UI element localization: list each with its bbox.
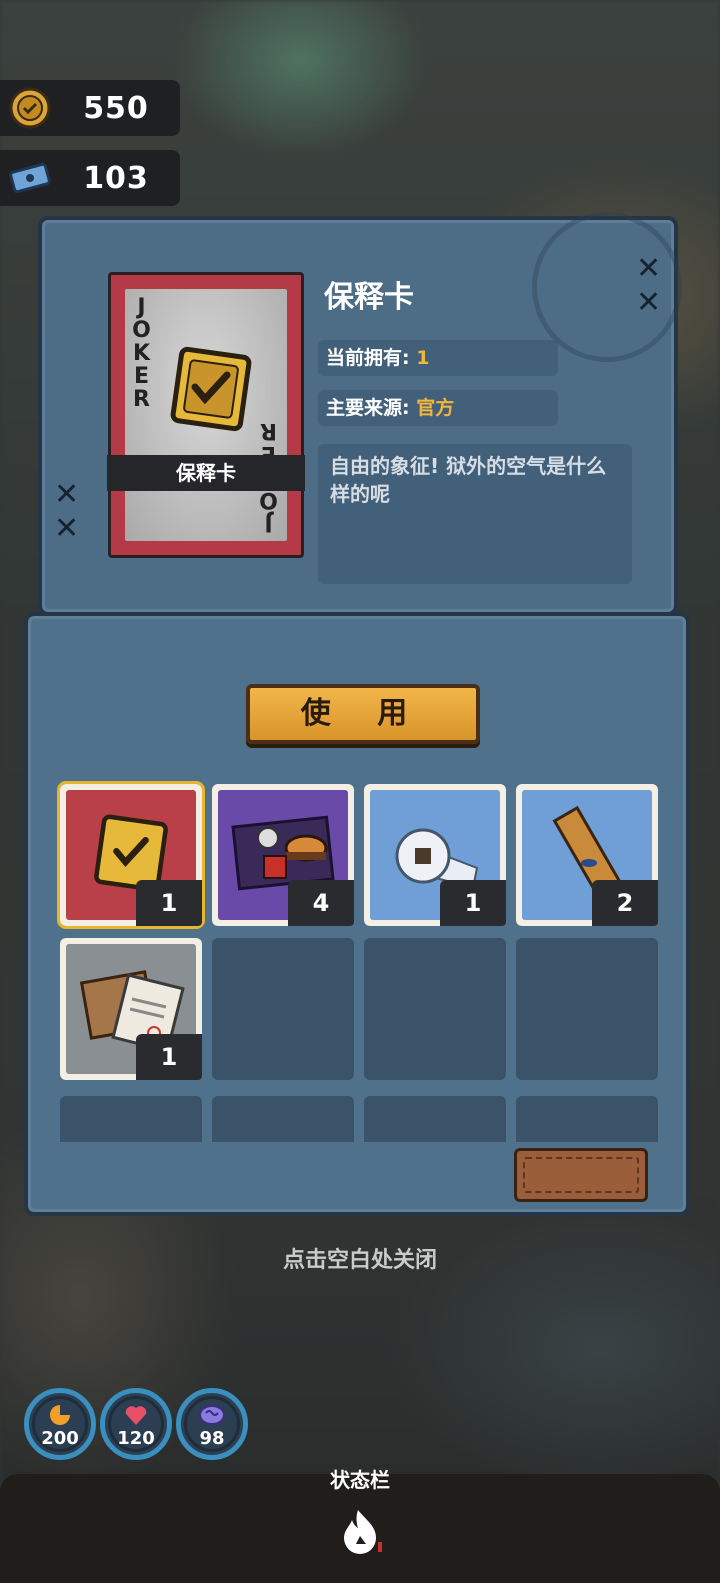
inventory-slot-empty[interactable] xyxy=(212,938,354,1080)
sort-button[interactable] xyxy=(514,1148,648,1202)
inventory-slot-document-envelope[interactable]: 1 xyxy=(60,938,202,1080)
inventory-slot-fast-food[interactable]: 4 xyxy=(212,784,354,926)
inventory-slot-empty[interactable] xyxy=(60,1096,202,1142)
inventory-panel: 使 用 1 4 1 2 1 xyxy=(24,612,690,1216)
sanity-value: 98 xyxy=(199,1428,225,1449)
hunger-stat[interactable]: 200 xyxy=(24,1388,96,1460)
source-row: 主要来源: 官方 xyxy=(318,390,558,426)
brain-icon xyxy=(198,1403,226,1431)
status-bar-title: 状态栏 xyxy=(330,1468,390,1492)
inventory-slot-bail-card[interactable]: 1 xyxy=(57,781,205,929)
heart-icon xyxy=(123,1403,149,1431)
x-mark-decoration: ✕ ✕ xyxy=(636,251,662,320)
x-mark-decoration: ✕ ✕ xyxy=(54,477,80,546)
inventory-slot-empty[interactable] xyxy=(364,1096,506,1142)
ticket-currency: 103 xyxy=(0,150,180,206)
card-corner-label: JOKER xyxy=(129,295,154,410)
inventory-slot-empty[interactable] xyxy=(364,938,506,1080)
owned-value: 1 xyxy=(416,347,430,369)
sanity-stat[interactable]: 98 xyxy=(176,1388,248,1460)
close-hint: 点击空白处关闭 xyxy=(282,1248,437,1273)
hunger-value: 200 xyxy=(41,1428,79,1449)
card-name-banner: 保释卡 xyxy=(107,455,305,491)
source-value: 官方 xyxy=(416,397,455,419)
flame-icon[interactable] xyxy=(336,1506,386,1560)
owned-label: 当前拥有: xyxy=(326,347,410,369)
inventory-slot-toilet-paper[interactable]: 1 xyxy=(364,784,506,926)
item-count: 2 xyxy=(592,880,658,926)
item-count: 1 xyxy=(136,1034,202,1080)
item-card: JOKER JOKER 保释卡 xyxy=(107,272,305,558)
inventory-slot-empty[interactable] xyxy=(516,1096,658,1142)
item-count: 1 xyxy=(440,880,506,926)
blue-ticket-icon xyxy=(8,156,52,200)
inventory-slot-empty[interactable] xyxy=(212,1096,354,1142)
gold-coin-icon xyxy=(8,86,52,130)
inventory-slot-snack-bar[interactable]: 2 xyxy=(516,784,658,926)
item-count: 1 xyxy=(136,880,202,926)
item-detail-panel: ✕✕ ✕✕ JOKER JOKER 保释卡 保释卡 当前拥有: 1 主要来源: … xyxy=(38,212,682,616)
use-button[interactable]: 使 用 xyxy=(246,684,480,744)
item-count: 4 xyxy=(288,880,354,926)
gold-currency: 550 xyxy=(0,80,180,136)
inventory-slot-empty[interactable] xyxy=(516,938,658,1080)
item-description: 自由的象征! 狱外的空气是什么样的呢 xyxy=(318,444,632,584)
item-title: 保释卡 xyxy=(324,280,414,315)
health-value: 120 xyxy=(117,1428,155,1449)
source-label: 主要来源: xyxy=(326,397,410,419)
health-stat[interactable]: 120 xyxy=(100,1388,172,1460)
ticket-amount: 103 xyxy=(83,160,149,196)
owned-count-row: 当前拥有: 1 xyxy=(318,340,558,376)
gold-amount: 550 xyxy=(83,90,149,126)
gold-shield-check-icon xyxy=(165,343,257,439)
hunger-icon xyxy=(47,1403,73,1431)
